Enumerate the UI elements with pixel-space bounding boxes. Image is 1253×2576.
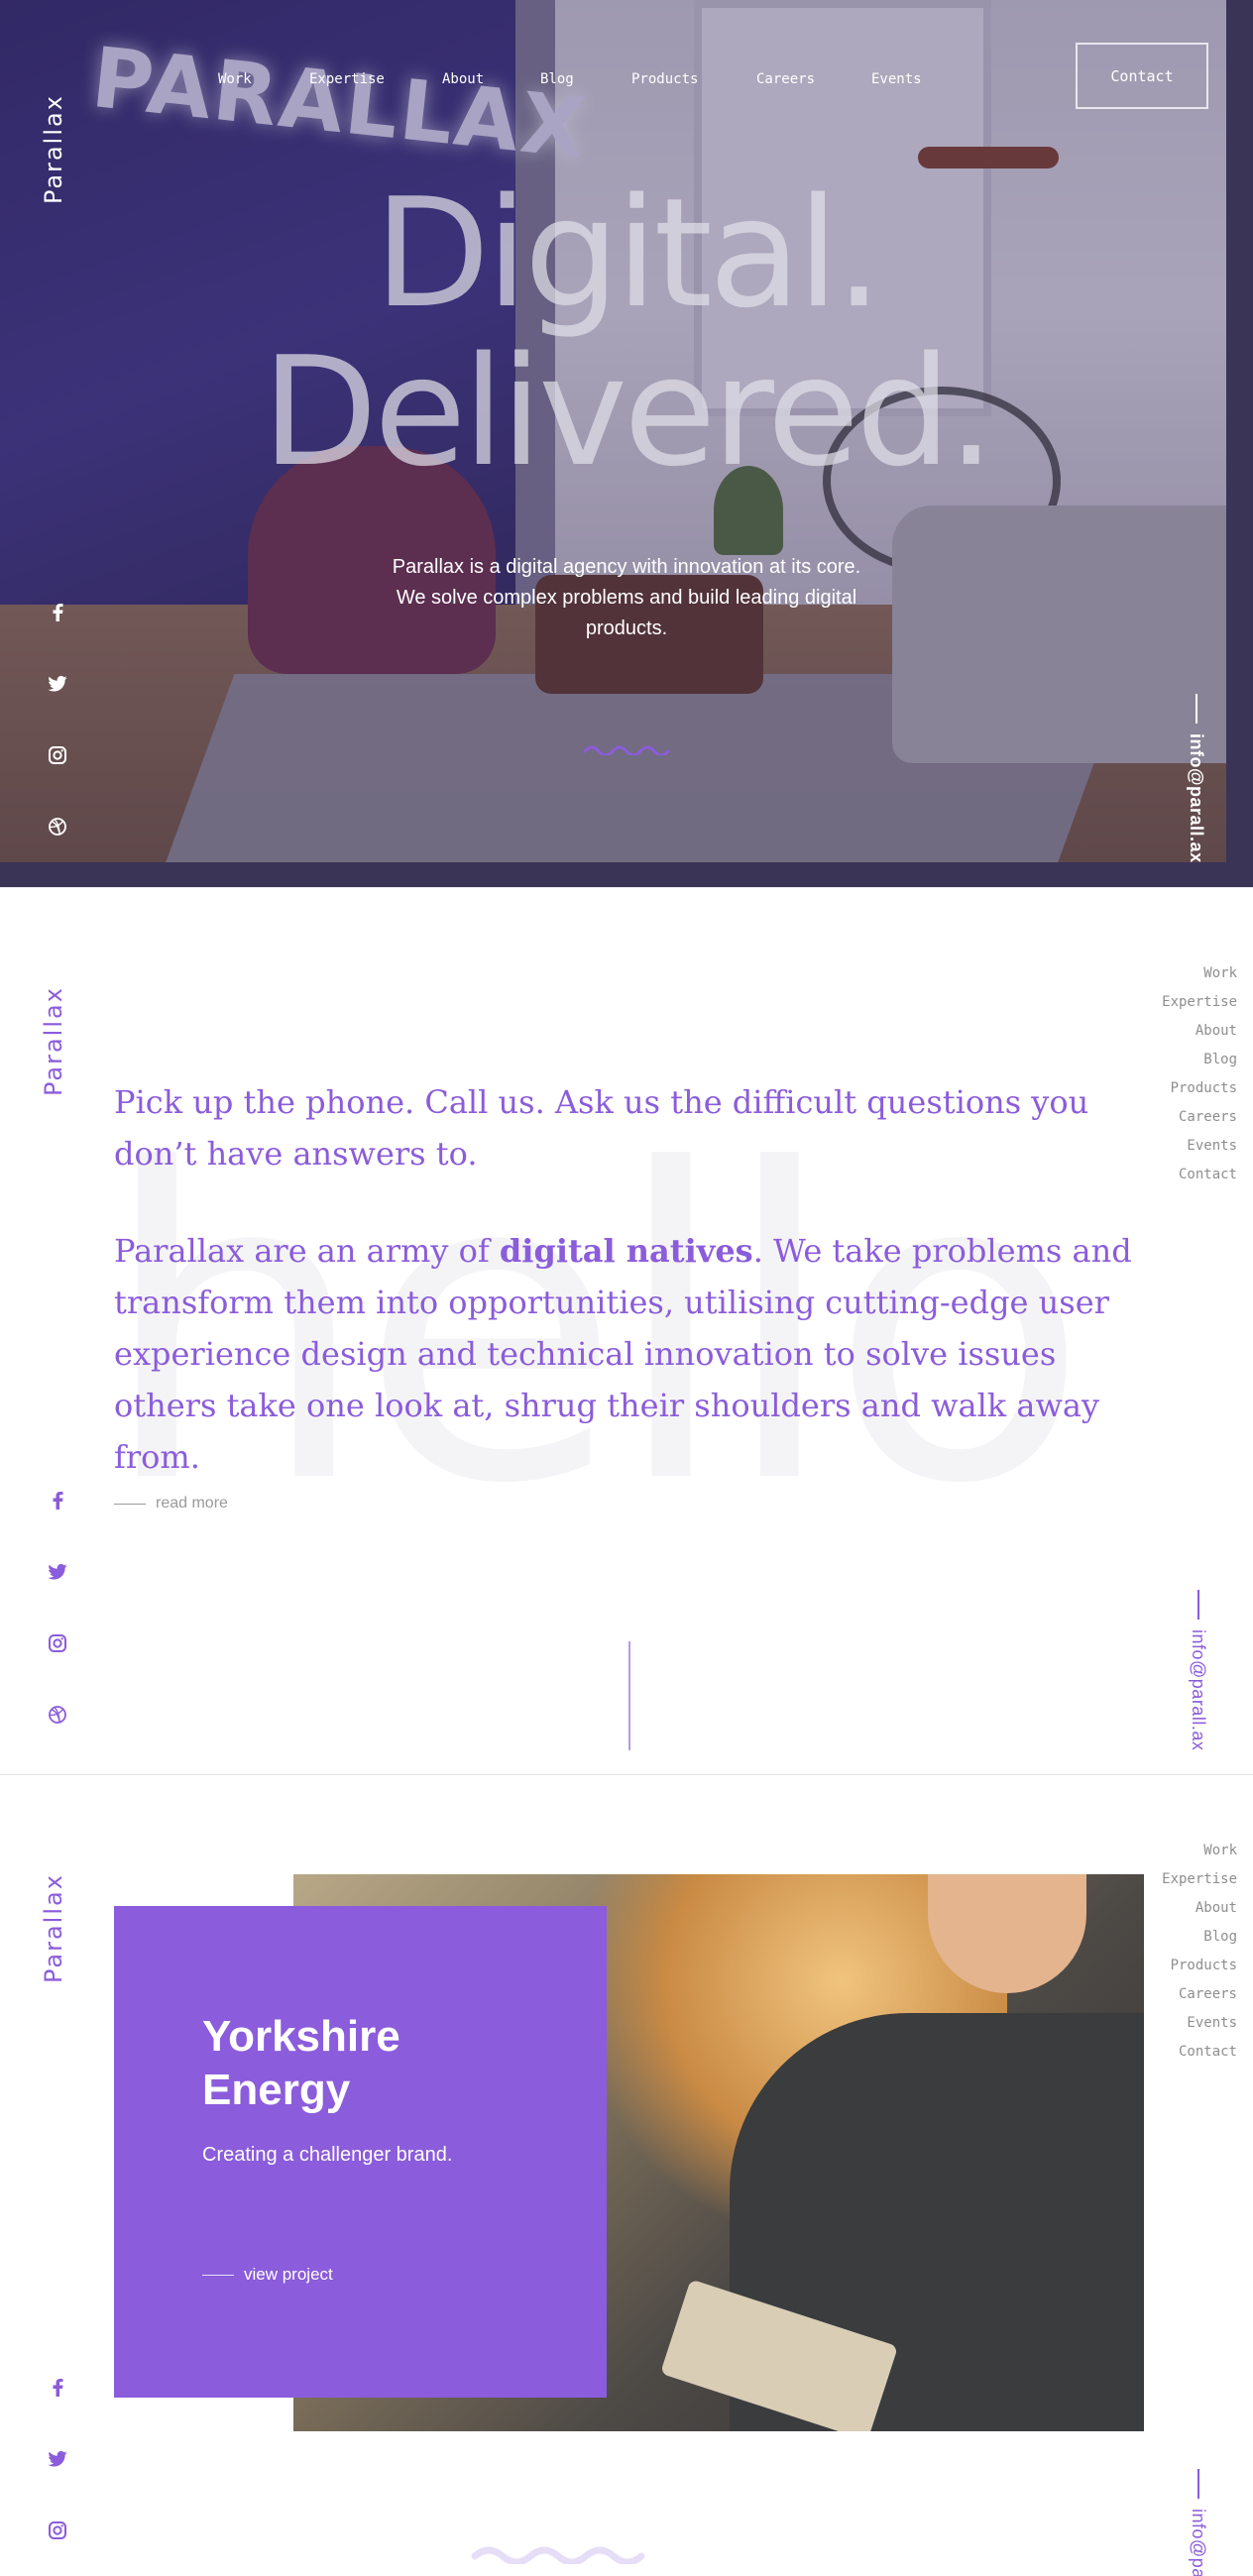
sidenav-item-blog[interactable]: Blog	[1162, 1046, 1237, 1074]
instagram-icon[interactable]	[40, 1625, 75, 1661]
scroll-down-squiggle-icon[interactable]	[583, 741, 672, 755]
sidenav-item-about[interactable]: About	[1162, 1894, 1237, 1923]
brand-logo[interactable]: Parallax	[40, 938, 67, 1096]
contact-email-link[interactable]: info@pa	[1188, 2509, 1208, 2576]
hero-headline-line1: Digital.	[374, 166, 882, 341]
hero-headline-line2: Delivered.	[262, 324, 995, 500]
hero-section: PARALLAX Parallax Work Expertise About B…	[0, 0, 1253, 887]
project-section: Parallax Work Expertise About Blog Produ…	[0, 1774, 1253, 2576]
facebook-icon[interactable]	[40, 595, 75, 630]
nav-item-blog[interactable]: Blog	[540, 71, 631, 87]
scroll-down-squiggle-icon[interactable]	[471, 2540, 649, 2564]
nav-item-products[interactable]: Products	[631, 71, 756, 87]
instagram-icon[interactable]	[40, 2513, 75, 2548]
project-subtitle: Creating a challenger brand.	[202, 2144, 453, 2166]
read-more-link[interactable]: read more	[114, 1495, 228, 1512]
project-card[interactable]: Yorkshire Energy Creating a challenger b…	[114, 1906, 607, 2398]
sidenav-item-careers[interactable]: Careers	[1162, 1103, 1237, 1132]
side-navigation: Work Expertise About Blog Products Caree…	[1162, 1837, 1237, 2067]
nav-item-events[interactable]: Events	[871, 71, 951, 87]
section-divider-line	[628, 1641, 630, 1750]
view-project-link[interactable]: view project	[202, 2265, 333, 2285]
sidenav-item-events[interactable]: Events	[1162, 2009, 1237, 2038]
nav-item-about[interactable]: About	[442, 71, 540, 87]
sidenav-item-products[interactable]: Products	[1162, 1074, 1237, 1103]
instagram-icon[interactable]	[40, 737, 75, 773]
contact-email-link[interactable]: info@parall.ax	[1188, 1629, 1208, 1750]
nav-item-careers[interactable]: Careers	[756, 71, 871, 87]
project-title: Yorkshire Energy	[202, 2012, 400, 2114]
intro-paragraph-1: Pick up the phone. Call us. Ask us the d…	[114, 1083, 1089, 1173]
sidenav-item-contact[interactable]: Contact	[1162, 1161, 1237, 1189]
sidenav-item-events[interactable]: Events	[1162, 1132, 1237, 1161]
sidenav-item-work[interactable]: Work	[1162, 959, 1237, 988]
nav-item-expertise[interactable]: Expertise	[309, 71, 442, 87]
sidenav-item-work[interactable]: Work	[1162, 1837, 1237, 1865]
sidenav-item-expertise[interactable]: Expertise	[1162, 1865, 1237, 1894]
brand-logo[interactable]: Parallax	[40, 1825, 67, 1983]
sidenav-item-expertise[interactable]: Expertise	[1162, 988, 1237, 1017]
nav-item-work[interactable]: Work	[218, 71, 309, 87]
sidenav-item-contact[interactable]: Contact	[1162, 2038, 1237, 2067]
facebook-icon[interactable]	[40, 2370, 75, 2406]
twitter-icon[interactable]	[40, 2441, 75, 2477]
hero-subtext: Parallax is a digital agency with innova…	[392, 556, 861, 639]
side-navigation: Work Expertise About Blog Products Caree…	[1162, 959, 1237, 1189]
contact-button[interactable]: Contact	[1076, 43, 1208, 109]
dribbble-icon[interactable]	[40, 1697, 75, 1733]
contact-email-link[interactable]: info@parall.ax	[1186, 733, 1206, 863]
intro-section: Parallax Work Expertise About Blog Produ…	[0, 887, 1253, 1774]
top-navigation: Work Expertise About Blog Products Caree…	[218, 71, 951, 87]
dribbble-icon[interactable]	[40, 809, 75, 844]
intro-copy: Pick up the phone. Call us. Ask us the d…	[114, 1076, 1145, 1483]
sidenav-item-about[interactable]: About	[1162, 1017, 1237, 1046]
sidenav-item-careers[interactable]: Careers	[1162, 1980, 1237, 2009]
sidenav-item-blog[interactable]: Blog	[1162, 1923, 1237, 1952]
intro-paragraph-2: Parallax are an army of digital natives.…	[114, 1232, 1132, 1476]
twitter-icon[interactable]	[40, 1554, 75, 1590]
sidenav-item-products[interactable]: Products	[1162, 1952, 1237, 1980]
twitter-icon[interactable]	[40, 666, 75, 702]
facebook-icon[interactable]	[40, 1483, 75, 1518]
highlight-digital-natives: digital natives	[499, 1232, 753, 1270]
